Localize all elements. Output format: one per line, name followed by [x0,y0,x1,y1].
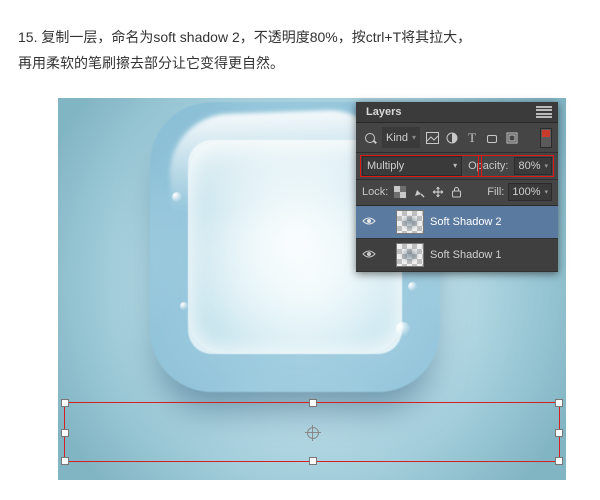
filter-kind-select[interactable]: Kind ▾ [382,127,420,148]
fill-field[interactable]: 100% ▾ [508,183,552,201]
layers-list: Soft Shadow 2 Soft Shadow 1 [356,206,558,272]
handle-top-right[interactable] [555,399,563,407]
opacity-field[interactable]: 80% ▾ [514,157,552,175]
layer-filter-row: Kind ▾ T [356,123,558,153]
layer-row[interactable]: Soft Shadow 2 [356,206,558,239]
visibility-icon[interactable] [362,249,376,262]
handle-top-middle[interactable] [309,399,317,407]
transform-bounding-box[interactable] [64,402,560,462]
fill-value: 100% [512,186,540,198]
blend-mode-value: Multiply [367,160,404,172]
panel-title: Layers [366,106,401,118]
bubble-icon [180,302,188,310]
handle-bottom-middle[interactable] [309,457,317,465]
opacity-value: 80% [518,160,540,172]
screenshot-figure: Layers Kind ▾ T [58,98,566,480]
bubble-icon [408,282,417,291]
handle-bottom-left[interactable] [61,457,69,465]
lock-position-icon[interactable] [430,185,445,200]
layer-thumbnail [396,243,424,267]
fill-label: Fill: [487,186,504,198]
transform-center-icon[interactable] [307,427,319,439]
lock-fill-row: Lock: Fill: [356,180,558,206]
panel-menu-icon[interactable] [536,106,552,118]
lock-paint-icon[interactable] [411,185,426,200]
lock-transparency-icon[interactable] [392,185,407,200]
panel-header[interactable]: Layers [356,102,558,123]
chevron-down-icon: ▾ [544,188,548,196]
filter-toggle[interactable] [540,128,552,148]
lock-label: Lock: [362,186,388,198]
handle-top-left[interactable] [61,399,69,407]
filter-kind-label: Kind [386,132,408,144]
step-line-1: 15. 复制一层，命名为soft shadow 2，不透明度80%，按ctrl+… [18,24,582,50]
handle-middle-left[interactable] [61,429,69,437]
bubble-icon [396,322,410,336]
handle-bottom-right[interactable] [555,457,563,465]
bubble-icon [172,192,182,202]
filter-type-icon[interactable]: T [464,130,480,146]
filter-image-icon[interactable] [424,130,440,146]
tutorial-step: 15. 复制一层，命名为soft shadow 2，不透明度80%，按ctrl+… [18,24,582,76]
handle-middle-right[interactable] [555,429,563,437]
filter-shape-icon[interactable] [484,130,500,146]
search-icon[interactable] [362,130,378,146]
chevron-down-icon: ▾ [544,162,548,170]
layer-name: Soft Shadow 2 [430,216,502,228]
layer-name: Soft Shadow 1 [430,249,502,261]
visibility-icon[interactable] [362,216,376,229]
layer-thumbnail [396,210,424,234]
filter-smart-icon[interactable] [504,130,520,146]
step-line-2: 再用柔软的笔刷擦去部分让它变得更自然。 [18,50,582,76]
blend-opacity-row: Multiply ▾ Opacity: 80% ▾ [356,153,558,180]
opacity-label: Opacity: [468,160,508,172]
lock-all-icon[interactable] [449,185,464,200]
filter-adjustment-icon[interactable] [444,130,460,146]
layers-panel: Layers Kind ▾ T [356,102,558,272]
chevron-down-icon: ▾ [412,134,416,142]
chevron-down-icon: ▾ [453,162,457,170]
blend-mode-select[interactable]: Multiply ▾ [362,156,462,176]
layer-row[interactable]: Soft Shadow 1 [356,239,558,272]
